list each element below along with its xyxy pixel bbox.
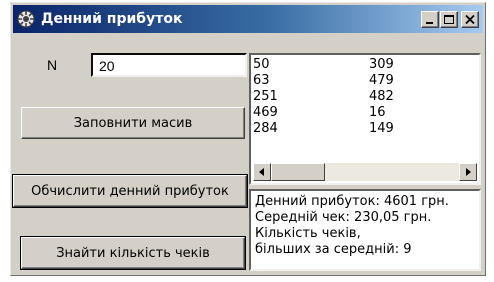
result-line: Кількість чеків, [255,226,361,241]
array-listbox[interactable]: 50 309 63 479 251 482 469 16 284 149 [249,53,481,185]
window-title: Денний прибуток [41,11,183,27]
app-window: Денний прибуток N 20 Заповнити масив Обч… [10,2,486,276]
maximize-button[interactable] [440,11,458,28]
list-cell: 284 [253,121,278,136]
n-label: N [47,57,58,73]
horizontal-scrollbar[interactable] [253,163,477,181]
list-item[interactable]: 63 479 [253,73,394,89]
list-cell: 251 [253,89,278,104]
list-cell: 482 [369,89,394,104]
list-item[interactable]: 251 482 [253,89,394,105]
scroll-left-button[interactable] [253,163,271,181]
list-cell: 479 [369,73,394,88]
title-bar[interactable]: Денний прибуток [13,5,483,33]
list-item[interactable]: 469 16 [253,105,386,121]
list-cell: 469 [253,105,278,120]
fill-array-button[interactable]: Заповнити масив [21,107,245,139]
list-item[interactable]: 50 309 [253,57,394,73]
result-line: Середній чек: 230,05 грн. [255,210,432,225]
list-item[interactable]: 284 149 [253,121,394,137]
list-cell: 50 [253,57,270,72]
gear-icon [17,10,35,28]
arrow-right-icon [466,168,471,176]
result-textbox[interactable]: Денний прибуток: 4601 грн. Середній чек:… [249,189,481,271]
list-cell: 149 [369,121,394,136]
count-checks-button[interactable]: Знайти кількість чеків [20,236,246,270]
close-button[interactable] [461,11,479,28]
scroll-right-button[interactable] [459,163,477,181]
result-line: більших за середній: 9 [255,242,412,257]
list-cell: 309 [369,57,394,72]
arrow-left-icon [259,168,264,176]
scroll-thumb[interactable] [271,163,325,181]
calc-profit-button[interactable]: Обчислити денний прибуток [12,174,248,208]
n-input[interactable]: 20 [91,53,247,77]
minimize-icon [426,22,433,24]
maximize-icon [444,15,454,24]
list-cell: 16 [369,105,386,120]
result-line: Денний прибуток: 4601 грн. [255,194,449,209]
minimize-button[interactable] [421,11,439,28]
close-icon [465,14,475,25]
list-cell: 63 [253,73,270,88]
